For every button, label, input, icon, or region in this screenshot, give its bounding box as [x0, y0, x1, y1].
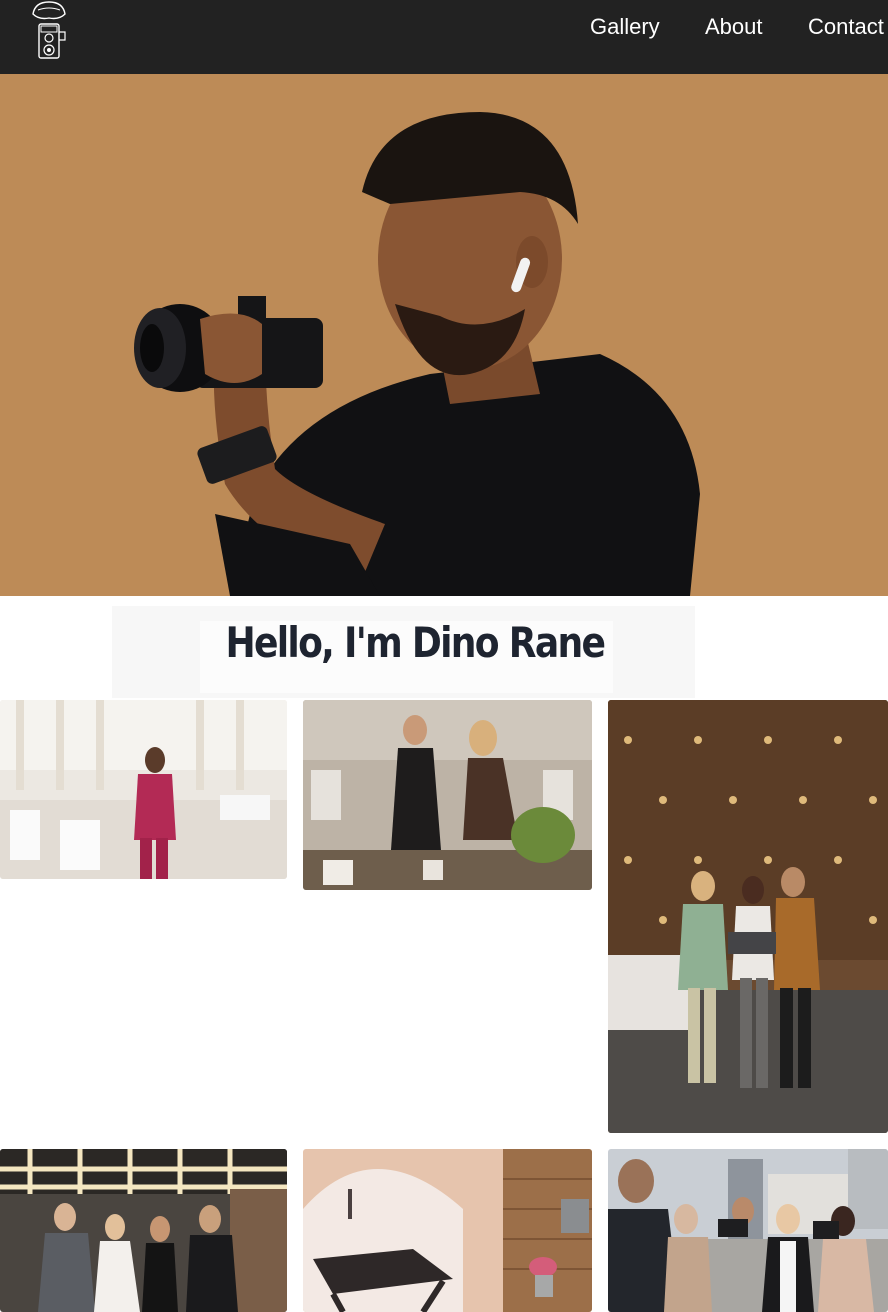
nav-link-contact[interactable]: Contact: [808, 14, 884, 40]
navbar: Gallery About Contact: [0, 0, 888, 74]
intro-title: Hello, I'm Dino Rane: [225, 618, 605, 667]
nav-link-about[interactable]: About: [705, 14, 763, 40]
hero-image: [0, 74, 888, 596]
vintage-camera-logo-icon[interactable]: [29, 0, 69, 62]
gallery-photo[interactable]: [303, 1149, 592, 1312]
gallery-photo[interactable]: [0, 1149, 287, 1312]
nav-link-gallery[interactable]: Gallery: [590, 14, 660, 40]
gallery-photo[interactable]: [0, 700, 287, 879]
gallery-photo[interactable]: [608, 700, 888, 1133]
gallery-photo[interactable]: [303, 700, 592, 890]
gallery-photo[interactable]: [608, 1149, 888, 1312]
